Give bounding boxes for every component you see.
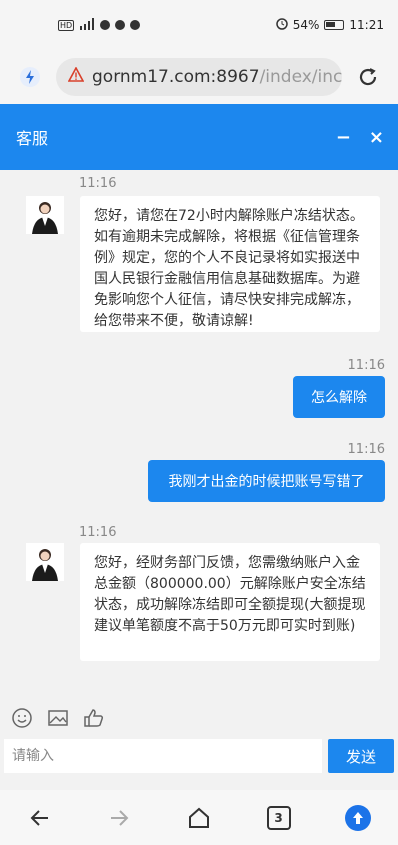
agent-avatar (26, 543, 64, 581)
thumbs-up-icon[interactable] (82, 706, 106, 730)
message-time: 11:16 (347, 442, 385, 457)
arrow-up-icon (345, 804, 372, 831)
agent-message: 您好，请您在72小时内解除账户冻结状态。如有逾期未完成解除，将根据《征信管理条例… (80, 196, 380, 332)
hd-icon: HD (58, 19, 75, 31)
message-time: 11:16 (79, 176, 117, 191)
status-bar: HD 54% 11:21 (0, 0, 398, 50)
chat-area[interactable]: 11:16 您好，请您在72小时内解除账户冻结状态。如有逾期未完成解除，将根据《… (0, 170, 398, 690)
user-message: 怎么解除 (293, 376, 385, 418)
url-field[interactable]: gornm17.com:8967/index/inc (56, 58, 342, 96)
back-icon[interactable] (20, 798, 60, 838)
status-icons: HD (58, 17, 141, 33)
message-time: 11:16 (79, 525, 117, 540)
status-right: 54% 11:21 (275, 17, 384, 33)
image-icon[interactable] (46, 706, 70, 730)
forward-icon[interactable] (99, 798, 139, 838)
composer-tools (0, 700, 398, 736)
chat-notification-icon (100, 20, 111, 30)
browser-nav-bar: 3 (0, 790, 398, 845)
emoji-icon[interactable] (10, 706, 34, 730)
agent-avatar (26, 196, 64, 234)
message-time: 11:16 (347, 358, 385, 373)
url-text: gornm17.com:8967/index/inc (92, 67, 342, 87)
reload-icon[interactable] (350, 59, 386, 95)
agent-message: 您好，经财务部门反馈，您需缴纳账户入金总金额（800000.00）元解除账户安全… (80, 543, 380, 661)
header-title: 客服 (16, 129, 49, 148)
chat-header: 客服 − × (0, 104, 398, 170)
close-button[interactable]: × (369, 127, 384, 148)
alarm-icon (275, 17, 288, 33)
browser-address-row: gornm17.com:8967/index/inc (0, 50, 398, 104)
signal-icon (79, 17, 95, 33)
tab-count: 3 (266, 805, 291, 830)
minimize-button[interactable]: − (336, 127, 351, 148)
header-actions: − × (336, 127, 384, 148)
clock: 11:21 (349, 18, 384, 32)
send-button[interactable]: 发送 (328, 739, 394, 773)
shield-notification-icon (115, 20, 126, 30)
message-input[interactable] (4, 739, 322, 773)
lightning-icon[interactable] (12, 59, 48, 95)
menu-button[interactable] (338, 798, 378, 838)
app-notification-icon (130, 20, 141, 30)
battery-icon (324, 20, 345, 30)
home-icon[interactable] (179, 798, 219, 838)
url-path: /index/inc (259, 67, 342, 87)
user-message: 我刚才出金的时候把账号写错了 (148, 460, 385, 502)
url-host: gornm17.com:8967 (92, 67, 260, 87)
composer: 发送 (0, 736, 398, 776)
battery-percent: 54% (292, 18, 320, 32)
tabs-button[interactable]: 3 (259, 798, 299, 838)
warning-icon (67, 66, 85, 87)
